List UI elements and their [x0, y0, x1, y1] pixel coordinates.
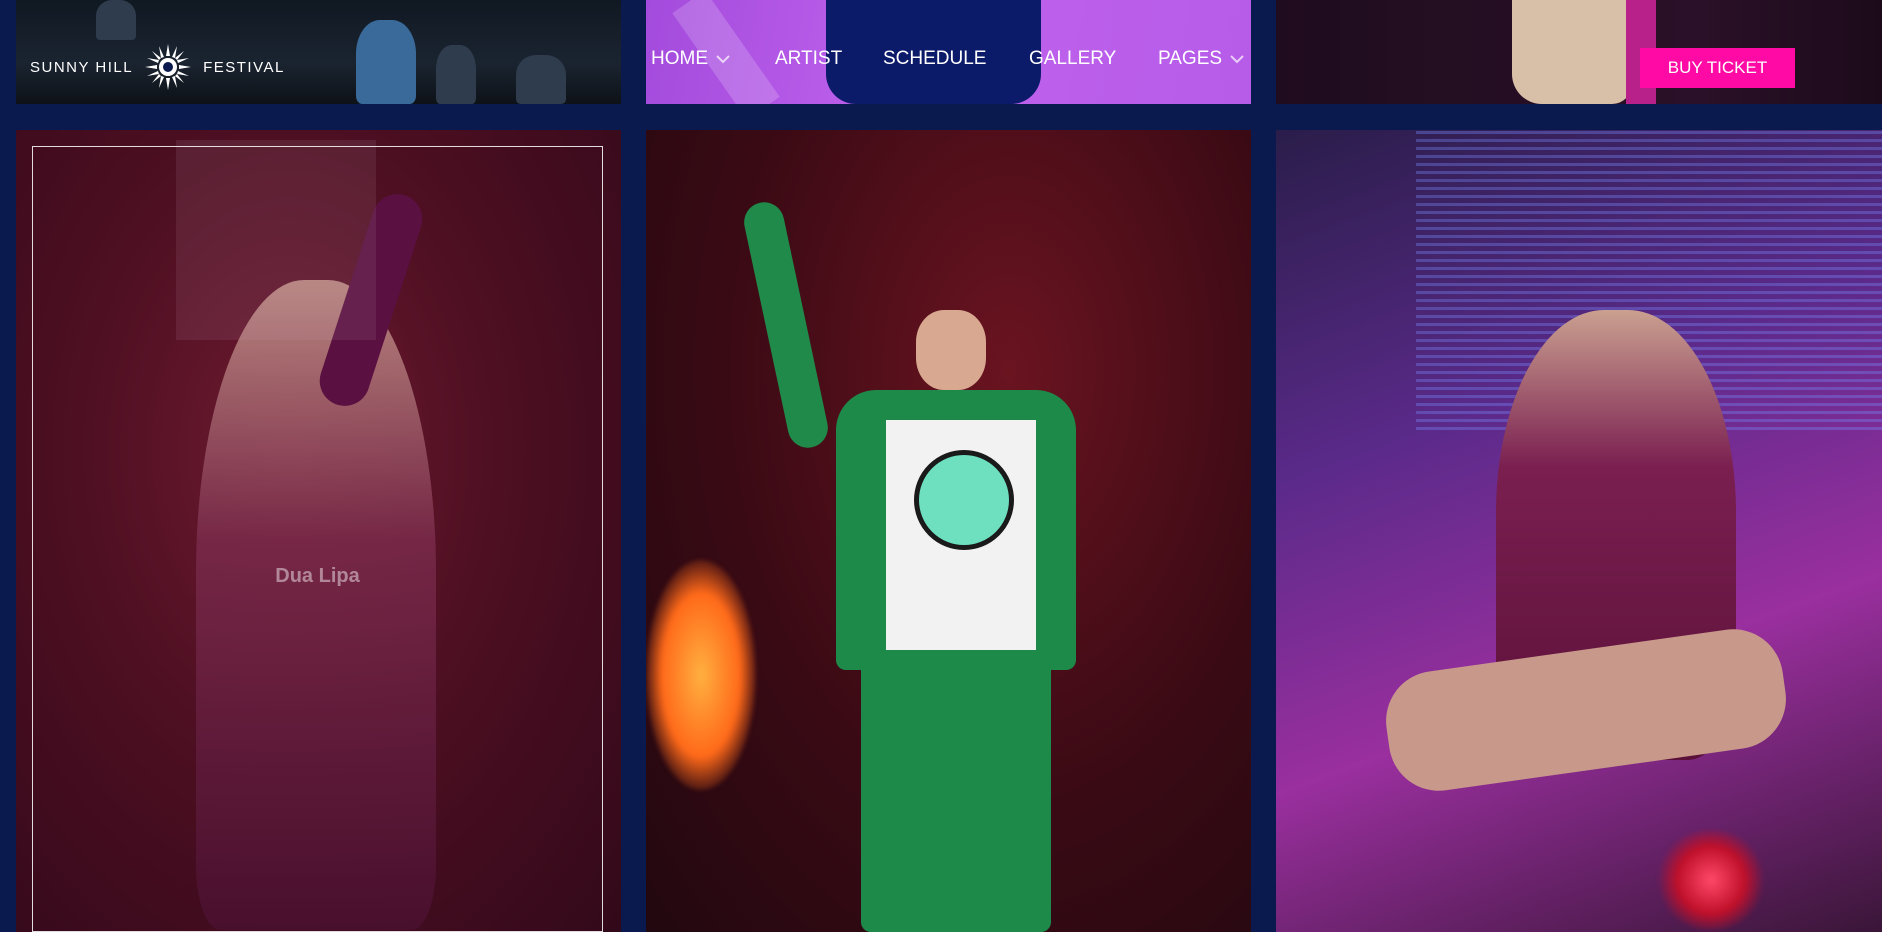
nav-item-artist[interactable]: ARTIST	[775, 48, 842, 70]
crowd-figure	[96, 0, 136, 40]
nav-item-label: PAGES	[1158, 48, 1223, 69]
chevron-down-icon	[1230, 55, 1244, 64]
logo-text-left: SUNNY HILL	[30, 58, 134, 76]
shirt-graphic	[914, 450, 1014, 550]
sun-icon	[145, 44, 192, 90]
performer-arm	[740, 198, 832, 452]
gallery-tile-dua-lipa-1[interactable]	[16, 130, 621, 932]
performer-head	[916, 310, 986, 390]
nav-item-label: GALLERY	[1029, 48, 1117, 69]
gallery-page: Dua Lipa SUNNY HILL FESTIVAL HOME ARTIST…	[0, 0, 1882, 932]
smoke	[176, 140, 376, 340]
flame	[646, 560, 756, 790]
gallery-caption: Dua Lipa	[275, 565, 360, 587]
crowd-figure	[356, 20, 416, 104]
gallery-tile-dua-lipa-2[interactable]	[1276, 130, 1882, 932]
chevron-down-icon	[716, 55, 730, 64]
gallery-tile-performer-green[interactable]	[646, 130, 1251, 932]
nav-item-label: HOME	[651, 48, 708, 69]
nav-item-label: ARTIST	[775, 48, 843, 69]
nav-item-schedule[interactable]: SCHEDULE	[883, 48, 986, 70]
performer-legs	[1379, 622, 1793, 798]
logo-text-right: FESTIVAL	[203, 58, 285, 76]
stage-light	[1656, 830, 1766, 930]
performer-silhouette	[1512, 0, 1632, 104]
nav-item-gallery[interactable]: GALLERY	[1029, 48, 1116, 70]
nav-item-home[interactable]: HOME	[651, 48, 730, 70]
performer-pants	[861, 650, 1051, 932]
nav-item-label: SCHEDULE	[883, 48, 987, 69]
site-logo[interactable]: SUNNY HILL FESTIVAL	[30, 42, 285, 92]
buy-ticket-button[interactable]: BUY TICKET	[1640, 48, 1795, 88]
crowd-figure	[516, 55, 566, 104]
crowd-figure	[436, 45, 476, 104]
performer-silhouette	[196, 280, 436, 930]
nav-item-pages[interactable]: PAGES	[1158, 48, 1244, 70]
